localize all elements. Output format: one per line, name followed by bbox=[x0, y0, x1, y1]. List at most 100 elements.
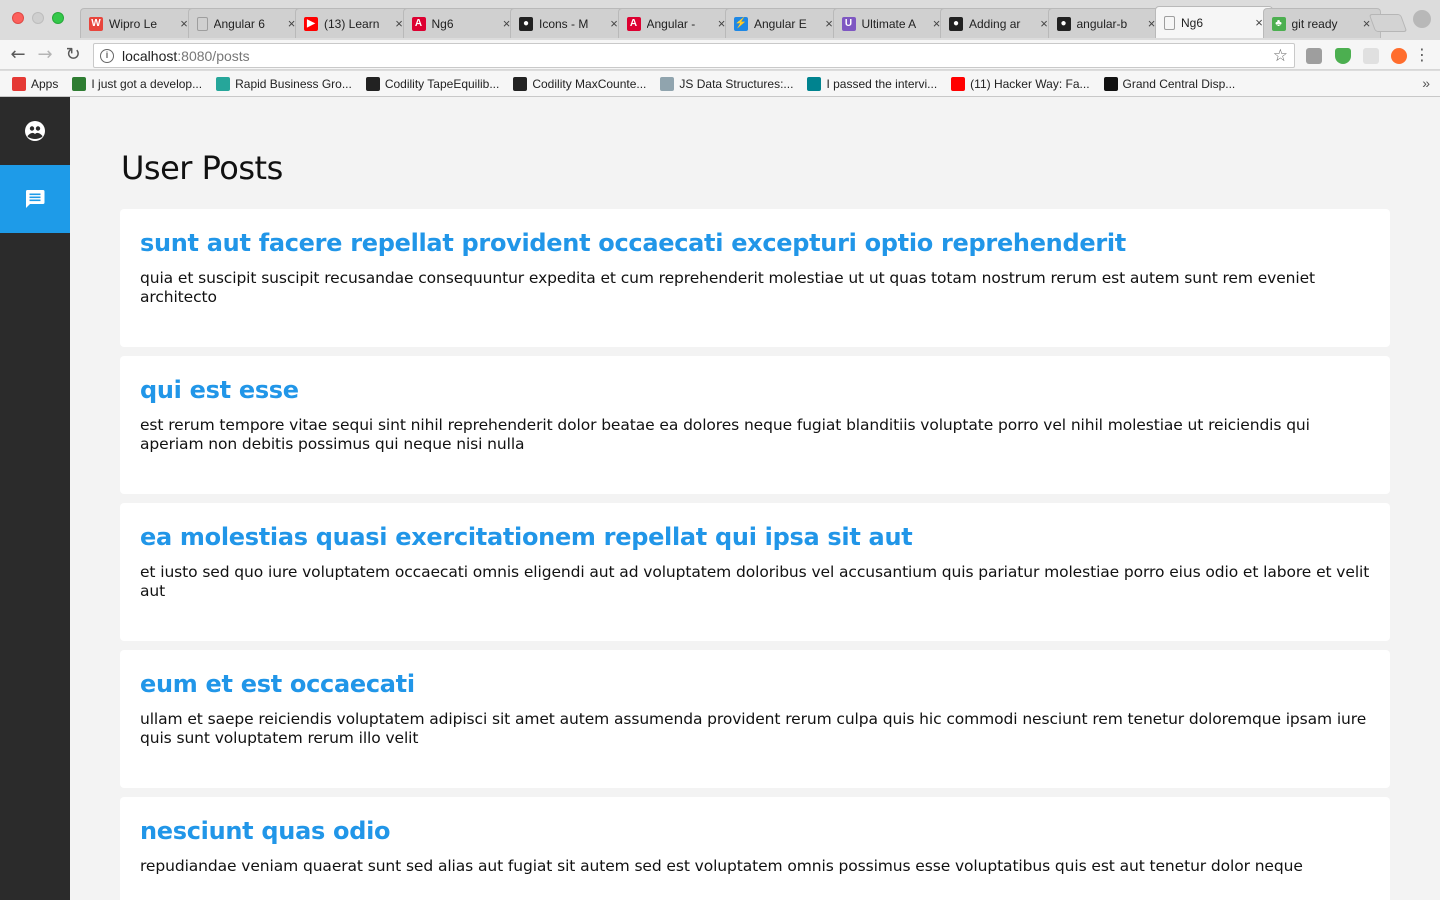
bookmark-item[interactable]: JS Data Structures:... bbox=[660, 76, 794, 91]
tab-favicon-icon: A bbox=[626, 16, 641, 31]
bookmark-label: I passed the intervi... bbox=[826, 76, 938, 91]
bookmark-item[interactable]: Codility MaxCounte... bbox=[513, 76, 647, 91]
bookmark-item[interactable]: I passed the intervi... bbox=[807, 76, 938, 91]
reload-icon[interactable]: ↻ bbox=[63, 45, 83, 65]
tab-favicon-icon: U bbox=[841, 16, 856, 31]
tab-label: Angular E bbox=[754, 16, 807, 31]
sidebar-item-users[interactable] bbox=[0, 97, 70, 165]
post-card: sunt aut facere repellat provident occae… bbox=[120, 209, 1390, 347]
extension-icon[interactable] bbox=[1363, 48, 1379, 64]
profile-icon[interactable] bbox=[1413, 10, 1431, 28]
browser-tab[interactable]: ● Icons - M × bbox=[510, 8, 628, 38]
browser-tab[interactable]: ● Adding ar × bbox=[940, 8, 1058, 38]
minimize-window-button[interactable] bbox=[32, 12, 44, 24]
bookmark-item[interactable]: Rapid Business Gro... bbox=[216, 76, 352, 91]
browser-tab[interactable]: W Wipro Le × bbox=[80, 8, 198, 38]
tab-label: (13) Learn bbox=[324, 16, 380, 31]
url-host: localhost bbox=[122, 47, 178, 64]
tab-favicon-icon: ▶ bbox=[304, 16, 318, 31]
tab-label: Icons - M bbox=[539, 16, 589, 31]
site-info-icon[interactable]: i bbox=[100, 48, 114, 63]
page-title: User Posts bbox=[121, 149, 283, 187]
sidebar-item-posts[interactable] bbox=[0, 165, 70, 233]
bookmark-favicon-icon bbox=[951, 76, 966, 91]
tab-favicon-icon: ● bbox=[949, 16, 963, 31]
post-body: ullam et saepe reiciendis voluptatem adi… bbox=[140, 710, 1367, 747]
browser-tab[interactable]: ⚡ Angular E × bbox=[725, 8, 843, 38]
bookmark-favicon-icon bbox=[1103, 76, 1118, 91]
tab-label: Adding ar bbox=[969, 16, 1021, 31]
browser-tab[interactable]: ▶ (13) Learn × bbox=[295, 8, 413, 38]
browser-tab[interactable]: A Angular - × bbox=[617, 8, 736, 38]
bookmark-label: JS Data Structures:... bbox=[679, 76, 794, 91]
post-title[interactable]: nesciunt quas odio bbox=[140, 815, 1370, 847]
tab-label: Ultimate A bbox=[861, 16, 917, 31]
browser-tab[interactable]: Ng6 × bbox=[1155, 6, 1273, 38]
bookmark-label: Apps bbox=[31, 76, 59, 91]
tab-favicon-icon bbox=[1164, 15, 1175, 30]
tab-favicon-icon bbox=[196, 16, 208, 31]
bookmark-item[interactable]: Codility TapeEquilib... bbox=[365, 76, 500, 91]
tab-favicon-icon: A bbox=[411, 16, 426, 31]
post-body: repudiandae veniam quaerat sunt sed alia… bbox=[140, 857, 1303, 875]
tab-favicon-icon: ⚡ bbox=[734, 16, 748, 31]
url-path: :8080/posts bbox=[177, 47, 250, 64]
post-card: nesciunt quas odio repudiandae veniam qua… bbox=[120, 797, 1390, 900]
post-title[interactable]: ea molestias quasi exercitationem repell… bbox=[140, 521, 1370, 553]
tab-favicon-icon: ● bbox=[1056, 16, 1071, 31]
tab-label: Ng6 bbox=[431, 16, 454, 31]
post-body: est rerum tempore vitae sequi sint nihil… bbox=[140, 416, 1310, 453]
browser-tab[interactable]: ● angular-b × bbox=[1047, 8, 1166, 38]
address-bar[interactable]: i localhost:8080/posts ☆ bbox=[93, 43, 1295, 68]
tab-label: angular-b bbox=[1076, 16, 1128, 31]
bookmark-label: Grand Central Disp... bbox=[1122, 76, 1236, 91]
browser-tab[interactable]: U Ultimate A × bbox=[832, 8, 951, 38]
new-tab-button[interactable] bbox=[1368, 14, 1408, 32]
bookmark-favicon-icon bbox=[12, 76, 26, 91]
sidebar bbox=[0, 97, 70, 900]
bookmark-favicon-icon bbox=[807, 76, 822, 91]
browser-menu-icon[interactable]: ⋮ bbox=[1412, 45, 1432, 65]
bookmark-item[interactable]: Apps bbox=[12, 76, 59, 91]
browser-chrome: W Wipro Le × Angular 6 × ▶ (13) Learn × A Ng6 × ● Ic… bbox=[0, 0, 1440, 97]
extension-icon[interactable] bbox=[1391, 48, 1407, 64]
forward-icon[interactable]: → bbox=[35, 45, 55, 65]
post-body: et iusto sed quo iure voluptatem occaeca… bbox=[140, 563, 1370, 600]
bookmark-favicon-icon bbox=[660, 76, 675, 91]
post-title[interactable]: eum et est occaecati bbox=[140, 668, 1370, 700]
bookmark-favicon-icon bbox=[72, 76, 87, 91]
maximize-window-button[interactable] bbox=[52, 12, 64, 24]
tab-label: git ready bbox=[1291, 16, 1338, 31]
bookmark-label: Codility TapeEquilib... bbox=[384, 76, 500, 91]
bookmark-item[interactable]: I just got a develop... bbox=[72, 76, 203, 91]
bookmark-item[interactable]: (11) Hacker Way: Fa... bbox=[951, 76, 1090, 91]
main-content: User Posts sunt aut facere repellat prov… bbox=[70, 97, 1440, 900]
bookmark-star-icon[interactable]: ☆ bbox=[1273, 46, 1288, 66]
users-icon bbox=[25, 121, 45, 141]
tab-strip: W Wipro Le × Angular 6 × ▶ (13) Learn × A Ng6 × ● Ic… bbox=[0, 0, 1440, 40]
bookmark-favicon-icon bbox=[216, 76, 231, 91]
post-title[interactable]: sunt aut facere repellat provident occae… bbox=[140, 227, 1370, 259]
post-body: quia et suscipit suscipit recusandae con… bbox=[140, 269, 1315, 306]
message-icon bbox=[25, 190, 45, 208]
extension-icon[interactable] bbox=[1306, 48, 1322, 64]
browser-tab[interactable]: A Ng6 × bbox=[402, 8, 521, 38]
back-icon[interactable]: ← bbox=[8, 45, 28, 65]
bookmark-item[interactable]: Grand Central Disp... bbox=[1103, 76, 1236, 91]
bookmark-favicon-icon bbox=[513, 76, 528, 91]
browser-tab[interactable]: Angular 6 × bbox=[187, 8, 306, 38]
browser-tab[interactable]: ♣ git ready × bbox=[1262, 8, 1381, 38]
tab-label: Angular - bbox=[646, 16, 696, 31]
browser-toolbar: ← → ↻ i localhost:8080/posts ☆ ⋮ bbox=[0, 40, 1440, 70]
post-title[interactable]: qui est esse bbox=[140, 374, 1370, 406]
tab-label: Wipro Le bbox=[109, 16, 158, 31]
bookmark-label: I just got a develop... bbox=[91, 76, 203, 91]
close-window-button[interactable] bbox=[12, 12, 24, 24]
bookmark-label: Codility MaxCounte... bbox=[532, 76, 647, 91]
tab-favicon-icon: W bbox=[89, 16, 103, 31]
tab-favicon-icon: ● bbox=[519, 16, 533, 31]
shield-extension-icon[interactable] bbox=[1335, 48, 1351, 64]
bookmarks-bar: Apps I just got a develop... Rapid Busines… bbox=[0, 71, 1440, 97]
more-bookmarks-icon[interactable]: » bbox=[1422, 75, 1430, 91]
post-card: ea molestias quasi exercitationem repell… bbox=[120, 503, 1390, 641]
